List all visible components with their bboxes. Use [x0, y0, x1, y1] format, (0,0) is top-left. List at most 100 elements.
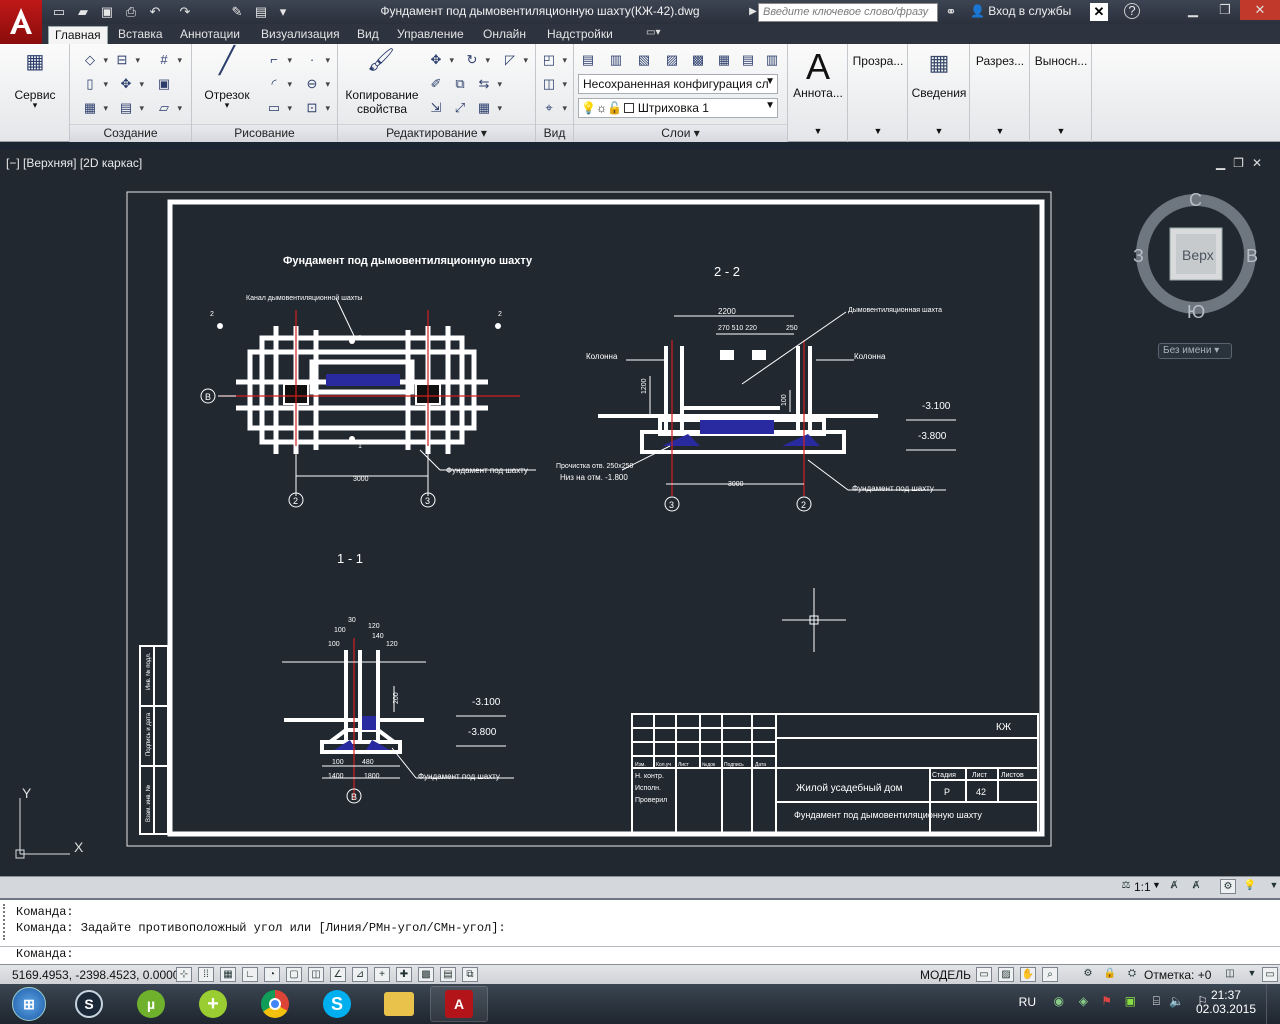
status-menu-icon[interactable]: ▼	[1244, 967, 1260, 982]
layer-state-select[interactable]: Несохраненная конфигурация сл ▼	[578, 74, 778, 94]
language-indicator[interactable]: RU	[1019, 995, 1036, 1009]
taskbar-explorer[interactable]	[370, 986, 428, 1022]
compass-s[interactable]: Ю	[1187, 302, 1205, 322]
workspace-switch-icon[interactable]: ⚙	[1220, 879, 1236, 894]
tab-insert[interactable]: Вставка	[112, 26, 169, 44]
layer-off-icon[interactable]: ▩	[688, 50, 708, 70]
taskbar-skype[interactable]: S	[308, 986, 366, 1022]
move-icon[interactable]: ✥	[426, 50, 454, 70]
object-snap-icon[interactable]: ▢	[286, 967, 302, 982]
compass-e[interactable]: В	[1246, 246, 1258, 266]
application-menu-button[interactable]	[0, 0, 42, 44]
close-button[interactable]: ✕	[1240, 0, 1280, 20]
snap-mode-icon[interactable]: ⁞⁞	[198, 967, 214, 982]
print-icon[interactable]: ⎙	[122, 3, 140, 21]
view-panel-title[interactable]: Вид	[536, 124, 573, 142]
copy-icon[interactable]: ⧉	[450, 74, 470, 94]
block-icon[interactable]: ⊡	[302, 98, 330, 118]
lineweight-icon[interactable]: ✚	[396, 967, 412, 982]
hardware-accel-icon[interactable]: ⛭	[1124, 967, 1140, 982]
tray-security-icon[interactable]: ⚑	[1101, 994, 1112, 1008]
match-properties-icon[interactable]: 🖌	[366, 49, 396, 82]
visual-style-icon[interactable]: ◫	[539, 74, 567, 94]
tab-manage[interactable]: Управление	[391, 26, 470, 44]
drawing-canvas[interactable]: Инв. № подл. Подпись и дата Взам. инв. №…	[0, 150, 1280, 876]
dynamic-input-icon[interactable]: +	[374, 967, 390, 982]
layer-properties-icon[interactable]: ▤	[578, 50, 598, 70]
hatch-icon[interactable]: #	[154, 50, 182, 70]
tab-render[interactable]: Визуализация	[255, 26, 346, 44]
help-search-input[interactable]: Введите ключевое слово/фразу	[758, 3, 938, 22]
line-icon[interactable]: ╱	[210, 47, 244, 86]
navigation-icon[interactable]: ⌖	[539, 98, 567, 118]
ribbon-minimize-icon[interactable]: ▭▾	[640, 26, 666, 44]
new-file-icon[interactable]: ▭	[50, 3, 68, 21]
viewcube[interactable]: Верх С Ю З В	[1130, 190, 1260, 330]
fillet-icon[interactable]: ◸	[500, 50, 528, 70]
model-space-button[interactable]: МОДЕЛЬ	[920, 968, 971, 982]
tray-network-icon[interactable]: ⌸	[1153, 994, 1160, 1009]
tab-addins[interactable]: Надстройки	[541, 26, 619, 44]
viewport-close-icon[interactable]: ✕	[1252, 156, 1270, 170]
layers-panel-title[interactable]: Слои ▾	[574, 124, 787, 142]
layer-iso-icon[interactable]: ▥	[606, 50, 626, 70]
grid-display-icon[interactable]: ▦	[220, 967, 236, 982]
taskbar-chrome[interactable]	[246, 986, 304, 1022]
polar-tracking-icon[interactable]: ◔	[264, 967, 280, 982]
tray-updates-icon[interactable]: ◈	[1079, 994, 1088, 1008]
leaders-panel[interactable]: Выносн... ▼	[1030, 44, 1092, 142]
extrude-icon[interactable]: ⊟	[112, 50, 140, 70]
start-button[interactable]: ⊞	[0, 986, 58, 1022]
infer-constraints-icon[interactable]: ⊹	[176, 967, 192, 982]
3d-snap-icon[interactable]: ◫	[308, 967, 324, 982]
help-icon[interactable]: ?	[1124, 3, 1140, 19]
auto-scale-icon[interactable]: Ⱥ	[1188, 879, 1204, 894]
annotation-visibility-icon[interactable]: Ⱥ	[1166, 879, 1182, 894]
utilities-icon[interactable]: ▦	[22, 52, 48, 82]
quick-access-menu-icon[interactable]: ▾	[274, 3, 292, 21]
statusbar-menu-icon[interactable]: ▼	[1266, 879, 1280, 894]
stretch-icon[interactable]: ⇲	[426, 98, 446, 118]
tray-nvidia-icon[interactable]: ▣	[1125, 994, 1136, 1008]
workspace-icon[interactable]: ▤	[252, 3, 270, 21]
erase-icon[interactable]: ✐	[426, 74, 446, 94]
tray-volume-icon[interactable]: 🔈	[1169, 994, 1184, 1008]
match-properties-button[interactable]: Копирование свойства	[340, 88, 424, 116]
isolate-objects-icon[interactable]: 💡	[1242, 879, 1258, 894]
tab-annotate[interactable]: Аннотации	[174, 26, 246, 44]
tab-home[interactable]: Главная	[48, 26, 108, 44]
quick-view-drawings-icon[interactable]: ▨	[998, 967, 1014, 982]
tray-app-icon[interactable]: ◉	[1054, 994, 1064, 1008]
pan-icon[interactable]: ✋	[1020, 967, 1036, 982]
tab-online[interactable]: Онлайн	[477, 26, 532, 44]
toolbar-lock-icon[interactable]: 🔒	[1102, 967, 1118, 982]
quick-view-layouts-icon[interactable]: ▭	[976, 967, 992, 982]
arc-icon[interactable]: ◜	[264, 74, 292, 94]
signin-link[interactable]: 👤 Вход в службы	[970, 4, 1071, 18]
otrack-icon[interactable]: ∠	[330, 967, 346, 982]
taskbar-autocad[interactable]: A	[430, 986, 488, 1022]
binoculars-icon[interactable]: ⚭	[942, 3, 960, 21]
redo-icon[interactable]: ↷	[176, 3, 194, 21]
taskbar-add-app[interactable]: +	[184, 986, 242, 1022]
viewport-minimize-icon[interactable]: ▁	[1216, 156, 1233, 170]
drawing-viewport[interactable]: Инв. № подл. Подпись и дата Взам. инв. №…	[0, 150, 1280, 876]
match-icon[interactable]: ✎	[228, 3, 246, 21]
show-desktop-button[interactable]	[1266, 984, 1280, 1024]
rotate-icon[interactable]: ↻	[462, 50, 490, 70]
workspace-gear-icon[interactable]: ⚙	[1080, 967, 1096, 982]
table-icon[interactable]: ▦	[80, 98, 108, 118]
ellipse-icon[interactable]: ⊖	[302, 74, 330, 94]
current-layer-select[interactable]: 💡☼🔓 Штриховка 1 ▼	[578, 98, 778, 118]
maximize-button[interactable]: ❐	[1208, 0, 1242, 20]
save-icon[interactable]: ▣	[98, 3, 116, 21]
rectangle-icon[interactable]: ▭	[264, 98, 292, 118]
layer-merge-icon[interactable]: ▥	[762, 50, 782, 70]
compass-w[interactable]: З	[1133, 246, 1144, 266]
tray-clock[interactable]: 21:37 02.03.2015	[1196, 988, 1256, 1016]
point-icon[interactable]: ·	[302, 50, 330, 70]
mirror-icon[interactable]: ⇆	[474, 74, 502, 94]
clean-screen-icon[interactable]: ◫	[1222, 967, 1238, 982]
viewport-controls-label[interactable]: [−] [Верхняя] [2D каркас]	[6, 156, 142, 170]
box-icon[interactable]: ◇	[80, 50, 108, 70]
